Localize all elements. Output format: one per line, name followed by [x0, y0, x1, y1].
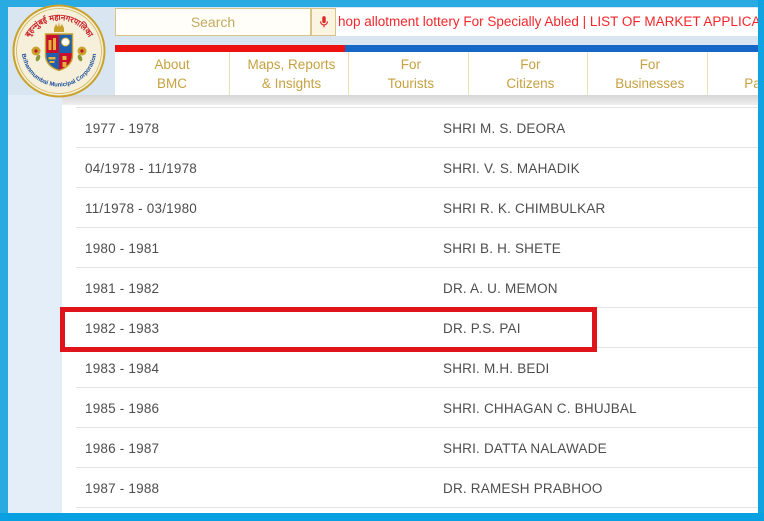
- row-period: 1985 - 1986: [62, 401, 443, 416]
- microphone-icon: [317, 13, 331, 31]
- tab-for-citizens[interactable]: For Citizens: [473, 52, 588, 95]
- tab-accent-bar-red: [115, 45, 345, 52]
- bmc-logo[interactable]: बृहन्मुंबई महानगरपालिका Brihanmumbai Mun…: [12, 4, 106, 98]
- row-name: DR. P.S. PAI: [443, 321, 758, 336]
- row-name: DR. RAMESH PRABHOO: [443, 481, 758, 496]
- row-name: SHRI R. K. CHIMBULKAR: [443, 201, 758, 216]
- left-margin-panel: [8, 95, 62, 513]
- news-ticker-text: hop allotment lottery For Specially Able…: [336, 8, 758, 36]
- row-name: SHRI. DATTA NALAWADE: [443, 441, 758, 456]
- table-row: 1977 - 1978 SHRI M. S. DEORA: [62, 108, 758, 148]
- row-period: 1986 - 1987: [62, 441, 443, 456]
- header-shadow-strip: [62, 95, 758, 105]
- row-name: SHRI. CHHAGAN C. BHUJBAL: [443, 401, 758, 416]
- row-period: 1987 - 1988: [62, 481, 443, 496]
- frame-border-bottom: [0, 513, 764, 521]
- mayors-list-table: 1977 - 1978 SHRI M. S. DEORA 04/1978 - 1…: [62, 105, 758, 513]
- row-period: 1983 - 1984: [62, 361, 443, 376]
- row-name: SHRI. M.H. BEDI: [443, 361, 758, 376]
- row-name: DR. A. U. MEMON: [443, 281, 758, 296]
- row-period: 11/1978 - 03/1980: [62, 201, 443, 216]
- table-row-highlighted: 1982 - 1983 DR. P.S. PAI: [62, 308, 758, 348]
- tab-for-businesses[interactable]: For Businesses: [593, 52, 708, 95]
- table-row: 1986 - 1987 SHRI. DATTA NALAWADE: [62, 428, 758, 468]
- row-period: 1981 - 1982: [62, 281, 443, 296]
- row-period: 1980 - 1981: [62, 241, 443, 256]
- tab-for-tourists[interactable]: For Tourists: [354, 52, 469, 95]
- table-row: 1985 - 1986 SHRI. CHHAGAN C. BHUJBAL: [62, 388, 758, 428]
- row-period: 1977 - 1978: [62, 121, 443, 136]
- tab-accent-bar-blue: [345, 45, 758, 52]
- table-row: 1981 - 1982 DR. A. U. MEMON: [62, 268, 758, 308]
- row-divider: [76, 507, 758, 508]
- main-navigation: About BMC Maps, Reports & Insights For T…: [115, 52, 758, 95]
- bmc-webpage: बृहन्मुंबई महानगरपालिका Brihanmumbai Mun…: [0, 0, 764, 521]
- row-period: 1982 - 1983: [62, 321, 443, 336]
- table-row: 1987 - 1988 DR. RAMESH PRABHOO: [62, 468, 758, 508]
- table-row: 04/1978 - 11/1978 SHRI. V. S. MAHADIK: [62, 148, 758, 188]
- voice-search-button[interactable]: [311, 8, 336, 36]
- search-input[interactable]: [115, 8, 311, 36]
- row-name: SHRI B. H. SHETE: [443, 241, 758, 256]
- tab-about-bmc[interactable]: About BMC: [115, 52, 230, 95]
- tab-for-partners[interactable]: For Partners: [712, 52, 758, 95]
- frame-border-right: [758, 0, 764, 521]
- row-period: 04/1978 - 11/1978: [62, 161, 443, 176]
- table-row: 1983 - 1984 SHRI. M.H. BEDI: [62, 348, 758, 388]
- row-name: SHRI. V. S. MAHADIK: [443, 161, 758, 176]
- table-row: 1980 - 1981 SHRI B. H. SHETE: [62, 228, 758, 268]
- table-row: 11/1978 - 03/1980 SHRI R. K. CHIMBULKAR: [62, 188, 758, 228]
- tab-maps-reports-insights[interactable]: Maps, Reports & Insights: [234, 52, 349, 95]
- row-name: SHRI M. S. DEORA: [443, 121, 758, 136]
- news-ticker[interactable]: hop allotment lottery For Specially Able…: [336, 8, 758, 36]
